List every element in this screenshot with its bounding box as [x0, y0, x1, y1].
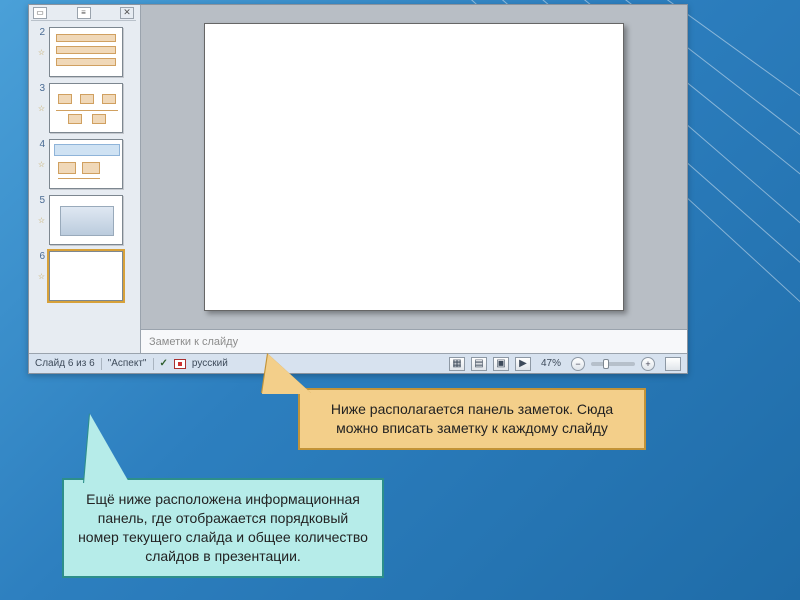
language-name[interactable]: русский	[192, 358, 228, 369]
spellcheck-icon[interactable]: ✓	[160, 358, 168, 369]
thumb-number: 6	[31, 251, 45, 262]
thumbnail-row-5[interactable]: 5 ☆	[31, 195, 136, 245]
zoom-percent[interactable]: 47%	[541, 358, 561, 369]
status-bar: Слайд 6 из 6 "Аспект" ✓ русский ▦ ▤ ▣ ▶ …	[29, 353, 687, 373]
callout-tail-icon	[84, 414, 130, 484]
thumbnail-pane-header: ▭ ≡ ✕	[31, 7, 136, 21]
view-reading-button[interactable]: ▣	[493, 357, 509, 371]
thumbnail-row-2[interactable]: 2 ☆	[31, 27, 136, 77]
animation-star-icon: ☆	[38, 216, 45, 225]
view-sorter-button[interactable]: ▤	[471, 357, 487, 371]
outline-tab-icon[interactable]: ≡	[77, 7, 91, 19]
zoom-out-button[interactable]: −	[571, 357, 585, 371]
thumbnail-row-4[interactable]: 4 ☆	[31, 139, 136, 189]
language-icon[interactable]	[174, 359, 186, 369]
thumbnail-pane[interactable]: ▭ ≡ ✕ 2 ☆ 3 ☆	[29, 5, 141, 353]
slide-thumbnail[interactable]	[49, 83, 123, 133]
powerpoint-window: ▭ ≡ ✕ 2 ☆ 3 ☆	[28, 4, 688, 374]
separator	[101, 358, 102, 370]
notes-callout: Ниже располагается панель заметок. Сюда …	[298, 388, 646, 450]
slide-thumbnail[interactable]	[49, 195, 123, 245]
statusbar-callout: Ещё ниже расположена информационная пане…	[62, 478, 384, 578]
thumbnail-row-3[interactable]: 3 ☆	[31, 83, 136, 133]
slide-thumbnail[interactable]	[49, 27, 123, 77]
view-slideshow-button[interactable]: ▶	[515, 357, 531, 371]
fit-to-window-button[interactable]	[665, 357, 681, 371]
notes-pane[interactable]: Заметки к слайду	[141, 329, 687, 353]
separator	[153, 358, 154, 370]
slides-tab-icon[interactable]: ▭	[33, 7, 47, 19]
notes-callout-text: Ниже располагается панель заметок. Сюда …	[331, 401, 613, 436]
workspace: ▭ ≡ ✕ 2 ☆ 3 ☆	[29, 5, 687, 353]
zoom-slider[interactable]	[591, 362, 635, 366]
thumb-number: 2	[31, 27, 45, 38]
close-pane-button[interactable]: ✕	[120, 7, 134, 19]
theme-name: "Аспект"	[108, 358, 147, 369]
view-normal-button[interactable]: ▦	[449, 357, 465, 371]
slide-stage[interactable]	[141, 5, 687, 329]
notes-placeholder-text: Заметки к слайду	[149, 336, 238, 348]
animation-star-icon: ☆	[38, 160, 45, 169]
slide-canvas[interactable]	[204, 23, 624, 311]
thumb-number: 5	[31, 195, 45, 206]
slide-thumbnail-selected[interactable]	[49, 251, 123, 301]
animation-star-icon: ☆	[38, 48, 45, 57]
slide-edit-area: Заметки к слайду	[141, 5, 687, 353]
zoom-in-button[interactable]: +	[641, 357, 655, 371]
thumb-number: 3	[31, 83, 45, 94]
thumb-number: 4	[31, 139, 45, 150]
slide-thumbnail[interactable]	[49, 139, 123, 189]
statusbar-callout-text: Ещё ниже расположена информационная пане…	[78, 491, 368, 564]
thumbnail-row-6[interactable]: 6 ☆	[31, 251, 136, 301]
callout-tail-icon	[262, 354, 312, 394]
slide-counter: Слайд 6 из 6	[35, 358, 95, 369]
animation-star-icon: ☆	[38, 272, 45, 281]
animation-star-icon: ☆	[38, 104, 45, 113]
zoom-slider-knob[interactable]	[603, 359, 609, 369]
